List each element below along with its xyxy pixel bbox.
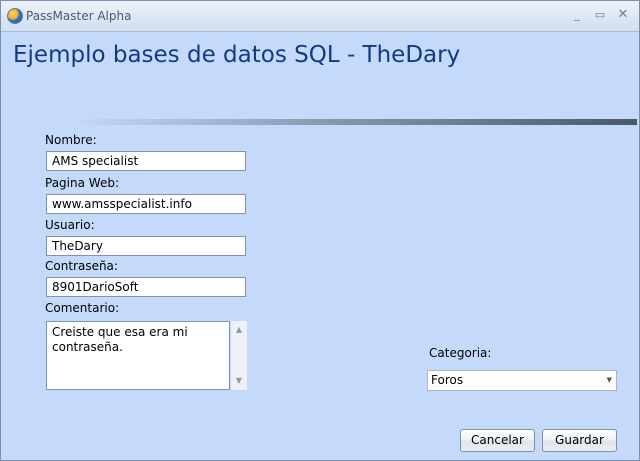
comentario-textarea[interactable]: Creiste que esa era mi contraseña. [46, 321, 230, 390]
chevron-down-icon[interactable]: ▼ [607, 371, 612, 390]
categoria-select[interactable]: Foros ▼ [427, 370, 617, 391]
contrasena-label: Contraseña: [45, 259, 118, 273]
maximize-icon[interactable]: ▭ [591, 7, 609, 23]
categoria-selected-value: Foros [431, 373, 464, 387]
comentario-container: Creiste que esa era mi contraseña. ▲ ▼ [46, 321, 247, 390]
usuario-label: Usuario: [45, 218, 95, 232]
save-button[interactable]: Guardar [542, 429, 617, 452]
scroll-down-icon[interactable]: ▼ [231, 374, 247, 388]
window-title: PassMaster Alpha [26, 9, 132, 23]
comentario-label: Comentario: [45, 301, 120, 315]
pagina-web-label: Pagina Web: [45, 176, 119, 190]
cancel-button[interactable]: Cancelar [460, 429, 535, 452]
nombre-field[interactable]: AMS specialist [46, 151, 246, 171]
contrasena-field[interactable]: 8901DarioSoft [46, 277, 246, 297]
pagina-web-field[interactable]: www.amsspecialist.info [46, 194, 246, 214]
app-logo-icon [7, 8, 23, 24]
scroll-up-icon[interactable]: ▲ [231, 323, 247, 337]
minimize-icon[interactable]: _ [568, 7, 586, 23]
categoria-label: Categoria: [429, 346, 492, 360]
close-icon[interactable]: ✕ [614, 7, 632, 23]
comentario-scrollbar[interactable]: ▲ ▼ [231, 321, 247, 390]
page-title: Ejemplo bases de datos SQL - TheDary [13, 42, 461, 68]
title-bar[interactable]: PassMaster Alpha _ ▭ ✕ [1, 1, 639, 32]
usuario-field[interactable]: TheDary [46, 236, 246, 256]
header-divider [73, 119, 637, 125]
app-window: PassMaster Alpha _ ▭ ✕ Ejemplo bases de … [0, 0, 640, 461]
nombre-label: Nombre: [45, 133, 97, 147]
